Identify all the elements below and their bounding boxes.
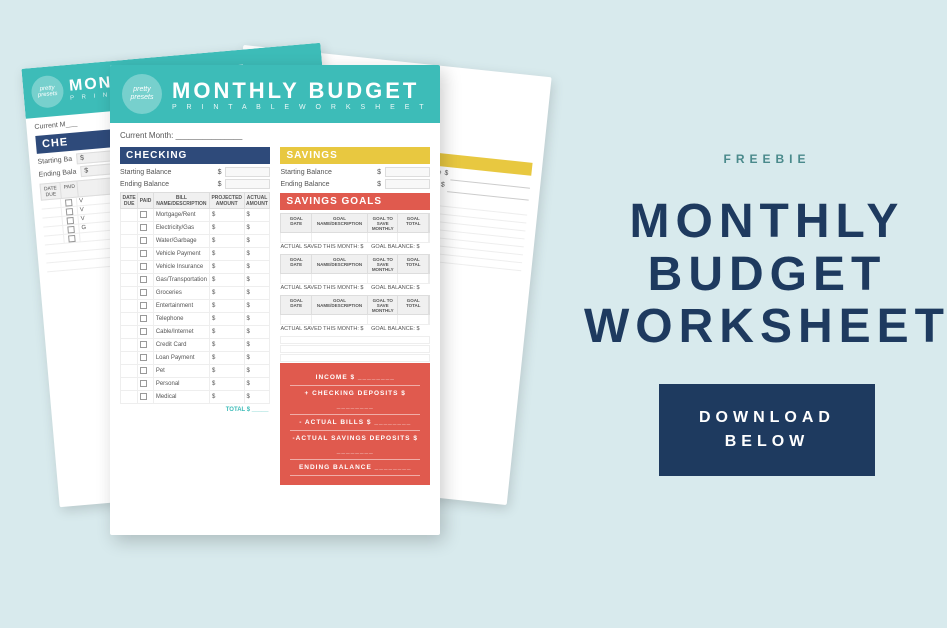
savings-goals-header: SAVINGS GOALS: [280, 193, 430, 210]
table-row: Pet $ $: [121, 365, 270, 378]
table-row: Telephone $ $: [121, 313, 270, 326]
footer-line: -ACTUAL SAVINGS DEPOSITS $ ________: [290, 432, 420, 460]
worksheets-display: pretty presets MONTHLY BUDGET p r i n t …: [0, 0, 560, 628]
table-row: Electricity/Gas $ $: [121, 222, 270, 235]
savings-header-front: SAVINGS: [280, 147, 430, 164]
download-button[interactable]: DOWNLOAD BELOW: [659, 384, 875, 476]
table-row: Loan Payment $ $: [121, 352, 270, 365]
main-title: MONTHLY BUDGET WORKSHEET: [584, 196, 947, 354]
footer-summary: INCOME $ ________+ CHECKING DEPOSITS $ _…: [280, 363, 430, 485]
worksheet-front: pretty presets MONTHLY BUDGET p r i n t …: [110, 65, 440, 535]
table-row: Cable/Internet $ $: [121, 326, 270, 339]
total-row: TOTAL $ _____: [120, 407, 270, 413]
logo-front: pretty presets: [122, 74, 162, 114]
worksheet-title: MONTHLY BUDGET p r i n t a b l e w o r k…: [172, 78, 428, 111]
table-row: Credit Card $ $: [121, 339, 270, 352]
current-month-front: Current Month: _______________: [120, 131, 430, 140]
table-row: Vehicle Insurance $ $: [121, 261, 270, 274]
footer-line: - ACTUAL BILLS $ ________: [290, 416, 420, 431]
table-row: Groceries $ $: [121, 287, 270, 300]
table-row: Entertainment $ $: [121, 300, 270, 313]
footer-line: + CHECKING DEPOSITS $ ________: [290, 387, 420, 415]
download-text-line1: DOWNLOAD: [699, 406, 835, 430]
table-row: Medical $ $: [121, 391, 270, 404]
logo-back1: pretty presets: [30, 74, 65, 109]
table-row: Water/Garbage $ $: [121, 235, 270, 248]
checking-header-front: CHECKING: [120, 147, 270, 164]
footer-line: INCOME $ ________: [290, 371, 420, 386]
footer-line: ENDING BALANCE ________: [290, 461, 420, 476]
right-panel: FREEBIE MONTHLY BUDGET WORKSHEET DOWNLOA…: [587, 0, 947, 628]
worksheet-header: pretty presets MONTHLY BUDGET p r i n t …: [110, 65, 440, 123]
table-row: Vehicle Payment $ $: [121, 248, 270, 261]
table-row: Mortgage/Rent $ $: [121, 209, 270, 222]
download-text-line2: BELOW: [699, 430, 835, 454]
freebie-label: FREEBIE: [723, 152, 810, 166]
table-row: Gas/Transportation $ $: [121, 274, 270, 287]
table-row: Personal $ $: [121, 378, 270, 391]
